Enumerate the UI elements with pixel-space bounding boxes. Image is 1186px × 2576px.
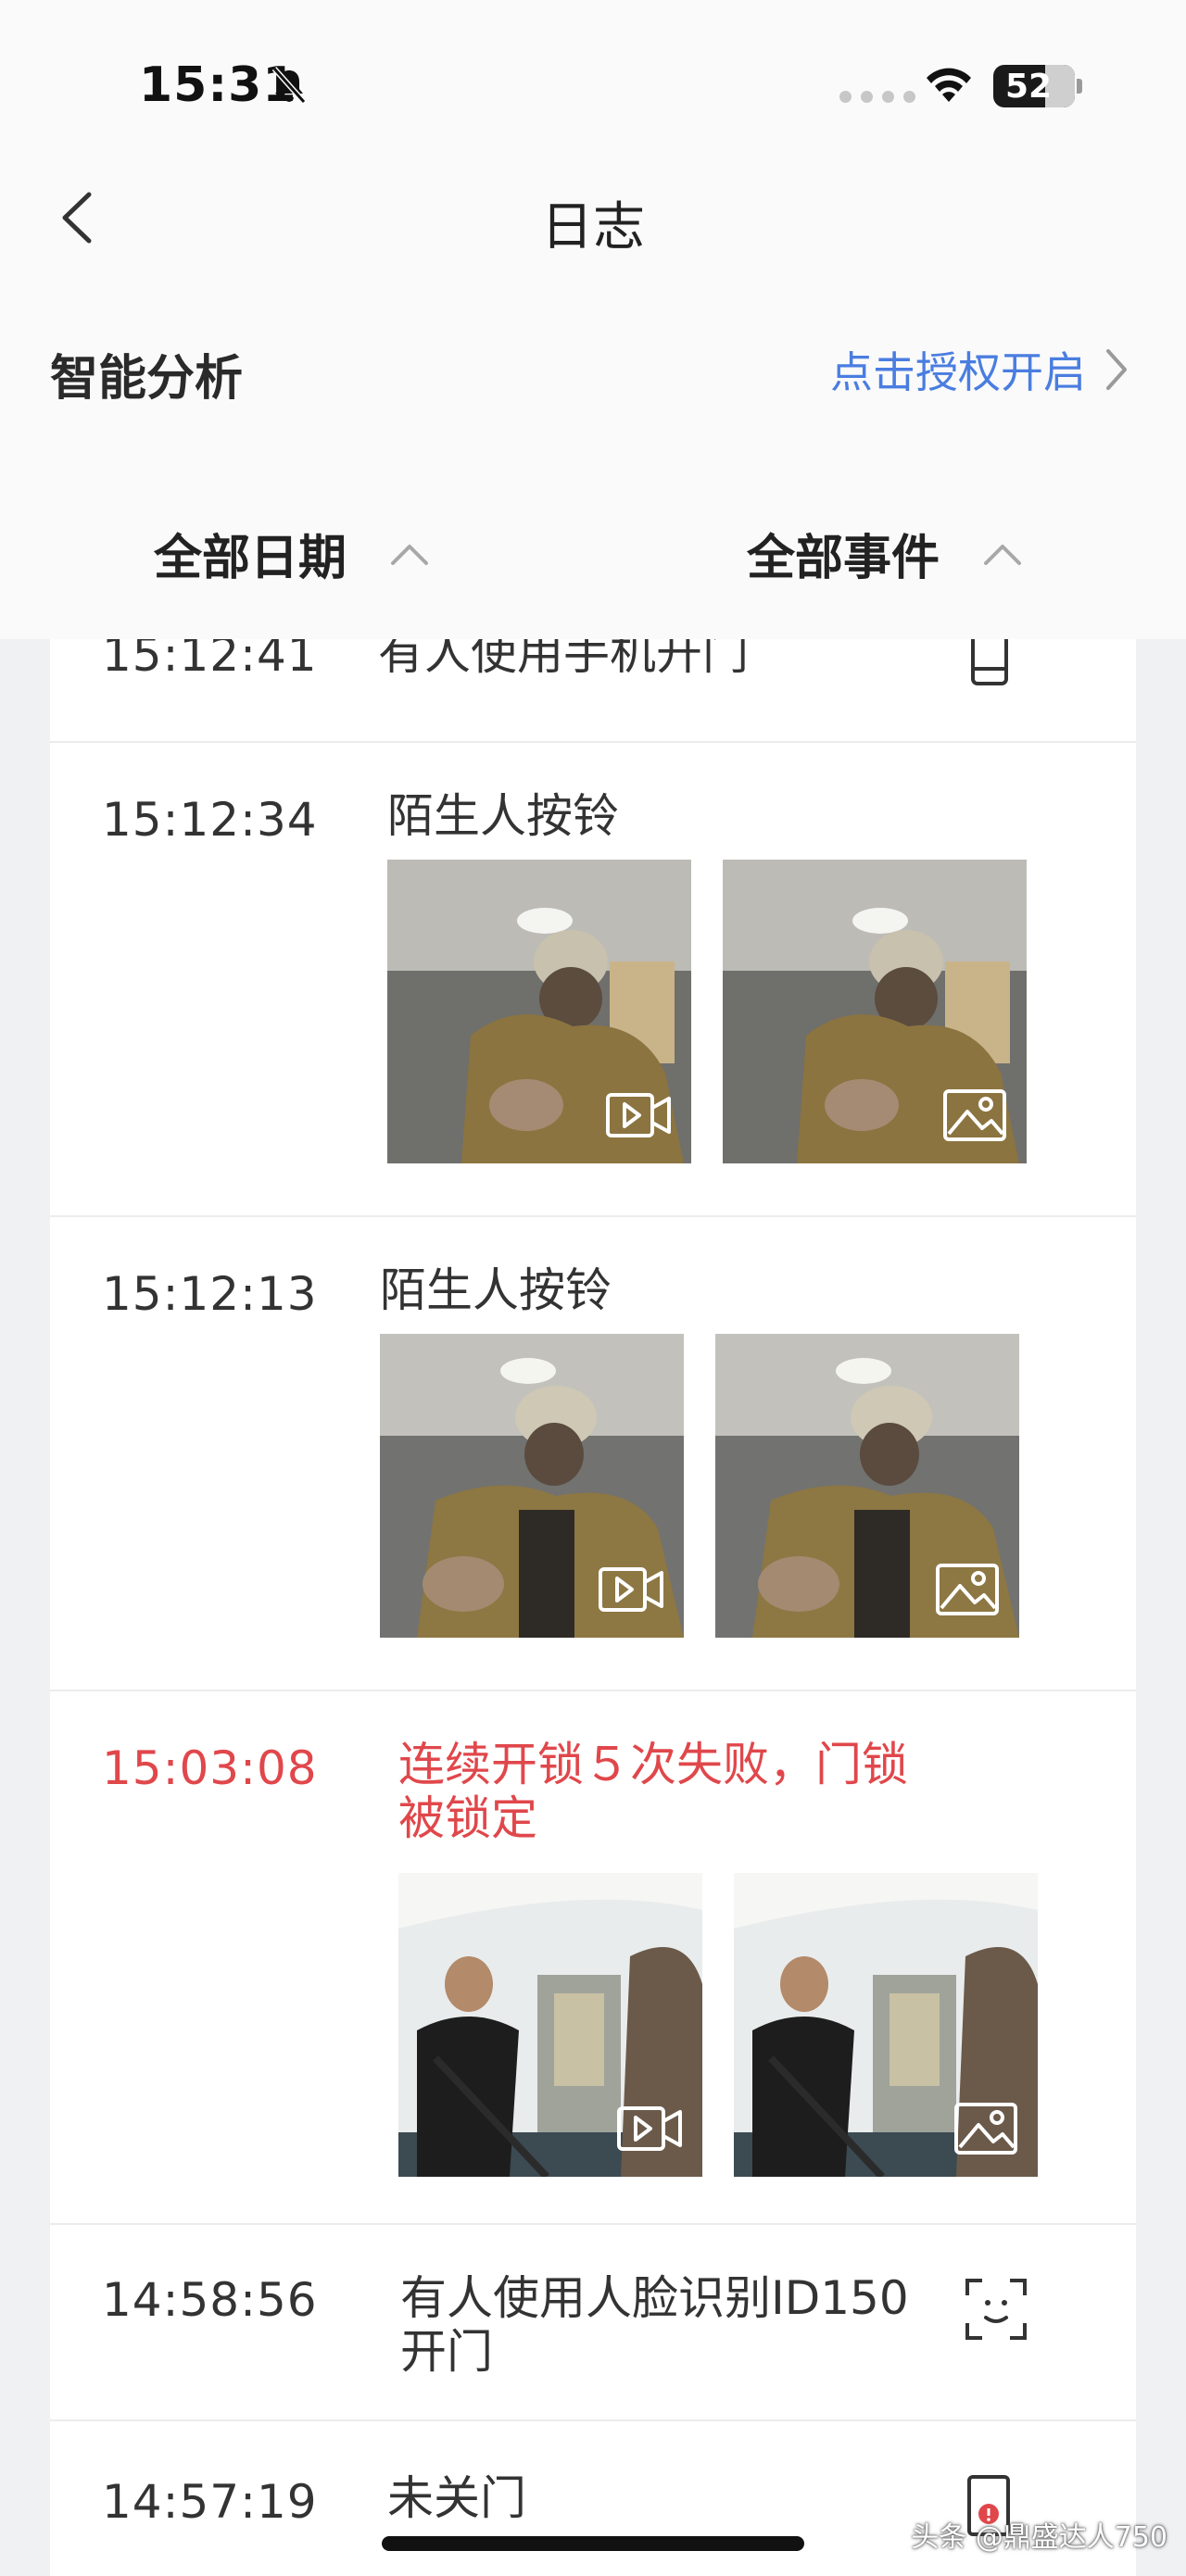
event-video-thumbnail[interactable] (398, 1873, 702, 2177)
event-video-thumbnail[interactable] (380, 1334, 684, 1638)
log-event: 连续开锁５次失败，门锁 被锁定 (398, 1738, 908, 1845)
log-entry-alert[interactable]: 15:03:08 连续开锁５次失败，门锁 被锁定 (50, 1691, 1136, 2225)
date-filter-label: 全部日期 (154, 531, 347, 586)
log-event-line: 有人使用人脸识别ID150 (400, 2271, 909, 2325)
page-title: 日志 (541, 197, 645, 258)
log-event: 有人使用手机开门 (378, 639, 749, 680)
page-header: 日志 智能分析 点击授权开启 全部日期 全部事件 (0, 157, 1186, 639)
battery-level: 52 (1004, 68, 1053, 106)
smart-analysis-label: 智能分析 (50, 351, 244, 407)
bell-muted-icon (271, 67, 307, 104)
log-event: 有人使用人脸识别ID150 开门 (400, 2271, 909, 2379)
log-event: 陌生人按铃 (380, 1263, 612, 1317)
event-filter-label: 全部事件 (747, 531, 940, 586)
video-badge-icon (599, 1567, 663, 1612)
event-image-thumbnail[interactable] (734, 1873, 1038, 2177)
chevron-up-icon (391, 544, 429, 565)
image-badge-icon (943, 1089, 1006, 1141)
log-time: 15:12:13 (102, 1267, 318, 1321)
log-time: 15:12:34 (102, 793, 318, 847)
home-indicator[interactable] (382, 2536, 804, 2551)
battery-icon: 52 (993, 65, 1082, 107)
log-time: 14:57:19 (102, 2475, 318, 2529)
log-event-line: 被锁定 (398, 1791, 537, 1845)
signal-dots-icon (839, 91, 915, 103)
authorize-enable-link[interactable]: 点击授权开启 (830, 339, 1130, 400)
status-bar: 15:31 52 (0, 0, 1186, 157)
event-filter-dropdown[interactable]: 全部事件 (747, 519, 1023, 588)
date-filter-dropdown[interactable]: 全部日期 (154, 519, 430, 588)
watermark: 头条 @鼎盛达人750 (911, 2521, 1167, 2554)
log-entry[interactable]: 15:12:13 陌生人按铃 (50, 1217, 1136, 1691)
log-entry[interactable]: 14:58:56 有人使用人脸识别ID150 开门 (50, 2225, 1136, 2421)
image-badge-icon (954, 2103, 1017, 2155)
phone-icon (971, 639, 1008, 685)
chevron-up-icon (984, 544, 1022, 565)
event-video-thumbnail[interactable] (387, 860, 691, 1163)
log-event-line: 连续开锁５次失败，门锁 (398, 1738, 908, 1791)
video-badge-icon (617, 2106, 682, 2151)
face-scan-icon (965, 2279, 1027, 2340)
log-entry[interactable]: 15:12:41 有人使用手机开门 (50, 639, 1136, 743)
log-entry[interactable]: 15:12:34 陌生人按铃 (50, 743, 1136, 1217)
log-event-line: 开门 (400, 2325, 493, 2379)
log-list[interactable]: 15:12:41 有人使用手机开门 15:12:34 陌生人按铃 15:12:1… (50, 639, 1136, 2576)
log-event: 陌生人按铃 (387, 789, 619, 843)
authorize-link-text: 点击授权开启 (830, 347, 1086, 397)
log-time: 14:58:56 (102, 2273, 318, 2327)
log-event: 未关门 (387, 2471, 526, 2525)
log-time: 15:12:41 (102, 639, 318, 682)
event-image-thumbnail[interactable] (715, 1334, 1019, 1638)
video-badge-icon (606, 1093, 671, 1137)
event-image-thumbnail[interactable] (723, 860, 1027, 1163)
wifi-icon (927, 68, 971, 102)
log-time: 15:03:08 (102, 1741, 318, 1795)
chevron-right-icon (1106, 349, 1127, 390)
image-badge-icon (936, 1564, 999, 1615)
